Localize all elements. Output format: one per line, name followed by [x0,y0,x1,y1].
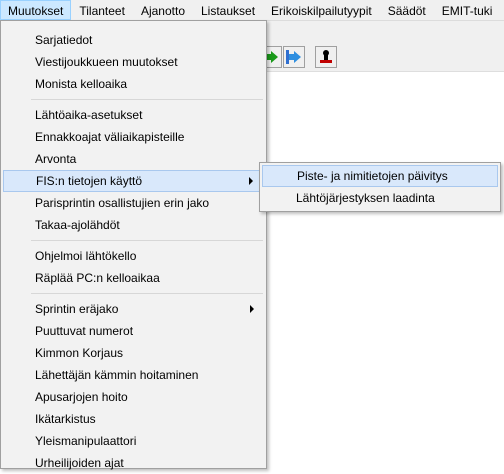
menu-item-label: Sprintin eräjako [35,302,119,316]
menu-item-ikatarkistus[interactable]: Ikätarkistus [3,408,264,430]
menu-item-ennakkoajat[interactable]: Ennakkoajat väliaikapisteille [3,126,264,148]
menu-item-raplaa-pc-kelloaikaa[interactable]: Räplää PC:n kelloaikaa [3,267,264,289]
menu-item-puuttuvat-numerot[interactable]: Puuttuvat numerot [3,320,264,342]
menu-item-sprintin-erajako[interactable]: Sprintin eräjako [3,298,264,320]
menu-tilanteet[interactable]: Tilanteet [71,0,133,20]
submenu-arrow-icon [249,177,253,185]
submenu-arrow-icon [250,305,254,313]
menu-item-parisprintin-erin-jako[interactable]: Parisprintin osallistujien erin jako [3,192,264,214]
menu-separator [31,293,263,294]
menu-saadot[interactable]: Säädöt [380,0,434,20]
menu-truncated[interactable]: R [500,0,504,20]
menu-item-arvonta[interactable]: Arvonta [3,148,264,170]
menu-item-ohjelmoi-lahtokello[interactable]: Ohjelmoi lähtökello [3,245,264,267]
menu-item-label: FIS:n tietojen käyttö [36,174,143,188]
menu-item-sarjatiedot[interactable]: Sarjatiedot [3,29,264,51]
submenu-item-lahtojarjestyksen-laadinta[interactable]: Lähtöjärjestyksen laadinta [262,187,498,209]
menu-ajanotto[interactable]: Ajanotto [133,0,193,20]
menu-emit-tuki[interactable]: EMIT-tuki [434,0,501,20]
person-stamp-button[interactable] [315,46,337,68]
menu-item-urheilijoiden-ajat[interactable]: Urheilijoiden ajat [3,452,264,474]
menu-separator [31,240,263,241]
menubar: Muutokset Tilanteet Ajanotto Listaukset … [0,0,504,21]
menu-item-apusarjojen-hoito[interactable]: Apusarjojen hoito [3,386,264,408]
menu-separator [31,99,263,100]
menu-listaukset[interactable]: Listaukset [193,0,263,20]
menu-item-takaa-ajolahdot[interactable]: Takaa-ajolähdöt [3,214,264,236]
menu-item-kimmon-korjaus[interactable]: Kimmon Korjaus [3,342,264,364]
arrow-right-blue-icon [286,50,301,64]
submenu-item-piste-nimitietojen-paivitys[interactable]: Piste- ja nimitietojen päivitys [262,165,498,187]
blue-arrow-button[interactable] [283,46,305,68]
menu-item-yleismanipulaattori[interactable]: Yleismanipulaattori [3,430,264,452]
menu-item-fis-tietojen-kaytto[interactable]: FIS:n tietojen käyttö [3,170,264,192]
menu-muutokset[interactable]: Muutokset [0,0,72,20]
muutokset-dropdown: Sarjatiedot Viestijoukkueen muutokset Mo… [0,20,267,470]
menu-item-lahtoaika-asetukset[interactable]: Lähtöaika-asetukset [3,104,264,126]
person-stamp-icon [320,50,332,63]
menu-item-monista-kelloaika[interactable]: Monista kelloaika [3,73,264,95]
fis-submenu: Piste- ja nimitietojen päivitys Lähtöjär… [259,162,501,212]
menu-item-lahettajan-kammin[interactable]: Lähettäjän kämmin hoitaminen [3,364,264,386]
menu-erikoiskilpailutyypit[interactable]: Erikoiskilpailutyypit [263,0,380,20]
menu-item-viestijoukkueen-muutokset[interactable]: Viestijoukkueen muutokset [3,51,264,73]
